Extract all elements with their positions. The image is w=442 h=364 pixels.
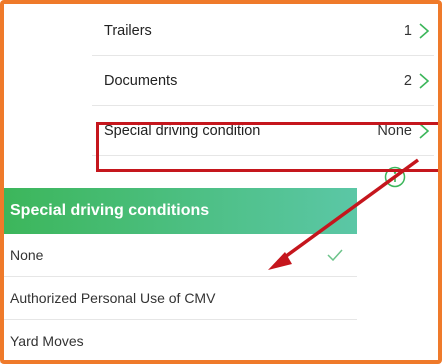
row-label: Documents — [104, 72, 178, 89]
row-label: Trailers — [104, 22, 152, 39]
option-none[interactable]: None — [0, 234, 357, 277]
row-value: 1 — [403, 22, 412, 39]
highlight-annotation-box — [96, 122, 441, 172]
option-label: Yard Moves — [10, 333, 84, 349]
special-driving-conditions-sheet: Special driving conditions None Authoriz… — [0, 188, 357, 364]
option-label: Authorized Personal Use of CMV — [10, 290, 216, 306]
option-label: None — [10, 247, 44, 263]
checkmark-icon — [327, 249, 343, 261]
option-yard-moves[interactable]: Yard Moves — [0, 320, 357, 363]
settings-row-documents[interactable]: Documents 2 — [92, 56, 434, 106]
chevron-right-icon[interactable] — [418, 72, 430, 89]
sheet-title: Special driving conditions — [10, 202, 210, 219]
chevron-right-icon[interactable] — [418, 22, 430, 39]
option-authorized-personal-use[interactable]: Authorized Personal Use of CMV — [0, 277, 357, 320]
settings-row-trailers[interactable]: Trailers 1 — [92, 6, 434, 56]
sheet-header: Special driving conditions — [0, 188, 357, 234]
row-value: 2 — [403, 72, 412, 89]
